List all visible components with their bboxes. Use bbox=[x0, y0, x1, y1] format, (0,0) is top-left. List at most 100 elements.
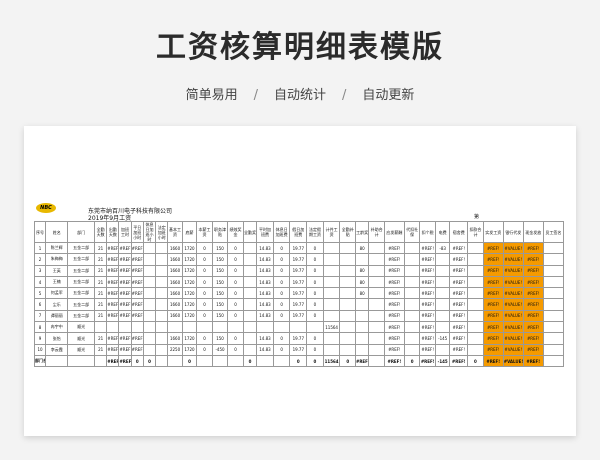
table-cell[interactable]: 五金二部 bbox=[67, 253, 95, 266]
table-cell[interactable]: #VALUE! bbox=[502, 287, 524, 300]
table-cell[interactable]: 21 bbox=[93, 309, 108, 323]
table-cell[interactable]: 0 bbox=[306, 275, 324, 289]
table-cell[interactable] bbox=[467, 287, 484, 300]
total-cell[interactable] bbox=[196, 354, 213, 368]
table-cell[interactable]: #REF! bbox=[118, 275, 132, 289]
total-cell[interactable] bbox=[45, 354, 69, 368]
table-cell[interactable]: #REF! bbox=[118, 332, 132, 345]
table-cell[interactable] bbox=[542, 321, 565, 334]
table-cell[interactable]: 150 bbox=[211, 309, 229, 323]
table-cell[interactable]: 1720 bbox=[181, 309, 198, 323]
total-cell[interactable]: 11564 bbox=[322, 354, 341, 368]
table-cell[interactable]: 0 bbox=[272, 298, 291, 311]
total-cell[interactable]: 0 bbox=[289, 354, 308, 368]
table-cell[interactable]: #REF! bbox=[130, 241, 144, 255]
table-cell[interactable] bbox=[403, 275, 421, 289]
table-cell[interactable] bbox=[155, 241, 169, 255]
table-cell[interactable] bbox=[354, 298, 370, 311]
table-cell[interactable]: #REF! bbox=[383, 298, 405, 311]
table-cell[interactable] bbox=[542, 287, 565, 300]
table-cell[interactable]: 顺光 bbox=[67, 343, 95, 356]
table-cell[interactable]: #REF! bbox=[106, 287, 120, 300]
table-cell[interactable]: 14.83 bbox=[256, 298, 274, 311]
table-cell[interactable]: #REF! bbox=[118, 264, 132, 277]
table-cell[interactable]: 顺光 bbox=[67, 321, 95, 334]
table-cell[interactable]: 冉宇中 bbox=[45, 321, 69, 334]
table-cell[interactable]: 尘乐 bbox=[45, 298, 69, 311]
table-cell[interactable] bbox=[434, 343, 451, 356]
table-cell[interactable] bbox=[322, 287, 341, 300]
table-cell[interactable]: 9 bbox=[33, 332, 47, 345]
table-cell[interactable]: #REF! bbox=[106, 298, 120, 311]
table-cell[interactable] bbox=[242, 321, 258, 334]
total-cell[interactable] bbox=[368, 354, 385, 368]
table-cell[interactable]: #REF! bbox=[419, 332, 436, 345]
table-cell[interactable]: #REF! bbox=[482, 253, 504, 266]
table-cell[interactable] bbox=[467, 298, 484, 311]
table-cell[interactable]: 1720 bbox=[181, 253, 198, 266]
table-cell[interactable]: #REF! bbox=[118, 287, 132, 300]
total-cell[interactable]: 0 bbox=[142, 354, 157, 368]
total-cell[interactable]: 0 bbox=[403, 354, 421, 368]
table-cell[interactable] bbox=[467, 343, 484, 356]
table-cell[interactable]: #REF! bbox=[419, 264, 436, 277]
table-cell[interactable]: 4 bbox=[33, 275, 47, 289]
table-cell[interactable]: 0 bbox=[272, 253, 291, 266]
table-cell[interactable]: 21 bbox=[93, 298, 108, 311]
table-cell[interactable]: 五金二部 bbox=[67, 275, 95, 289]
table-cell[interactable]: 150 bbox=[211, 275, 229, 289]
total-cell[interactable]: #REF! bbox=[383, 354, 405, 368]
table-cell[interactable] bbox=[403, 309, 421, 323]
table-cell[interactable] bbox=[118, 321, 132, 334]
table-cell[interactable]: #REF! bbox=[419, 321, 436, 334]
table-cell[interactable] bbox=[155, 332, 169, 345]
total-cell[interactable]: #REF! bbox=[482, 354, 504, 368]
table-cell[interactable] bbox=[339, 253, 356, 266]
table-cell[interactable]: 11564 bbox=[322, 321, 341, 334]
table-cell[interactable]: #REF! bbox=[130, 309, 144, 323]
table-cell[interactable]: 14.83 bbox=[256, 253, 274, 266]
total-cell[interactable]: 0 bbox=[339, 354, 356, 368]
table-cell[interactable]: 0 bbox=[227, 298, 244, 311]
table-cell[interactable]: 21 bbox=[93, 343, 108, 356]
table-cell[interactable]: #REF! bbox=[383, 241, 405, 255]
table-cell[interactable]: 14.83 bbox=[256, 309, 274, 323]
table-cell[interactable] bbox=[467, 253, 484, 266]
table-cell[interactable]: #REF! bbox=[130, 287, 144, 300]
table-cell[interactable]: 1660 bbox=[167, 309, 183, 323]
total-cell[interactable]: 0 bbox=[467, 354, 484, 368]
table-cell[interactable]: #REF! bbox=[419, 241, 436, 255]
table-cell[interactable]: 150 bbox=[211, 332, 229, 345]
table-cell[interactable]: 19.77 bbox=[289, 298, 308, 311]
table-cell[interactable]: #REF! bbox=[482, 332, 504, 345]
table-cell[interactable]: 0 bbox=[196, 264, 213, 277]
total-cell[interactable] bbox=[542, 354, 565, 368]
table-cell[interactable]: 张怡 bbox=[45, 332, 69, 345]
table-cell[interactable] bbox=[467, 332, 484, 345]
table-cell[interactable]: 五金二部 bbox=[67, 309, 95, 323]
table-cell[interactable] bbox=[434, 264, 451, 277]
table-cell[interactable] bbox=[155, 275, 169, 289]
total-cell[interactable]: #REF! bbox=[522, 354, 544, 368]
table-cell[interactable]: 五金二部 bbox=[67, 241, 95, 255]
table-cell[interactable]: #REF! bbox=[106, 343, 120, 356]
table-cell[interactable]: 19.77 bbox=[289, 275, 308, 289]
table-cell[interactable] bbox=[142, 298, 157, 311]
table-cell[interactable] bbox=[155, 343, 169, 356]
table-cell[interactable] bbox=[368, 309, 385, 323]
table-cell[interactable] bbox=[542, 332, 565, 345]
table-cell[interactable]: 0 bbox=[306, 253, 324, 266]
table-cell[interactable]: 0 bbox=[272, 275, 291, 289]
table-cell[interactable]: #REF! bbox=[106, 241, 120, 255]
table-cell[interactable] bbox=[181, 321, 198, 334]
table-cell[interactable]: #REF! bbox=[449, 343, 469, 356]
table-cell[interactable]: #REF! bbox=[522, 287, 544, 300]
table-cell[interactable]: #REF! bbox=[449, 241, 469, 255]
table-cell[interactable]: 0 bbox=[227, 253, 244, 266]
table-cell[interactable]: #REF! bbox=[522, 241, 544, 255]
table-cell[interactable]: 王英 bbox=[45, 264, 69, 277]
table-cell[interactable]: 80 bbox=[354, 275, 370, 289]
table-cell[interactable]: #VALUE! bbox=[502, 332, 524, 345]
table-cell[interactable]: #REF! bbox=[522, 332, 544, 345]
table-cell[interactable]: 21 bbox=[93, 253, 108, 266]
